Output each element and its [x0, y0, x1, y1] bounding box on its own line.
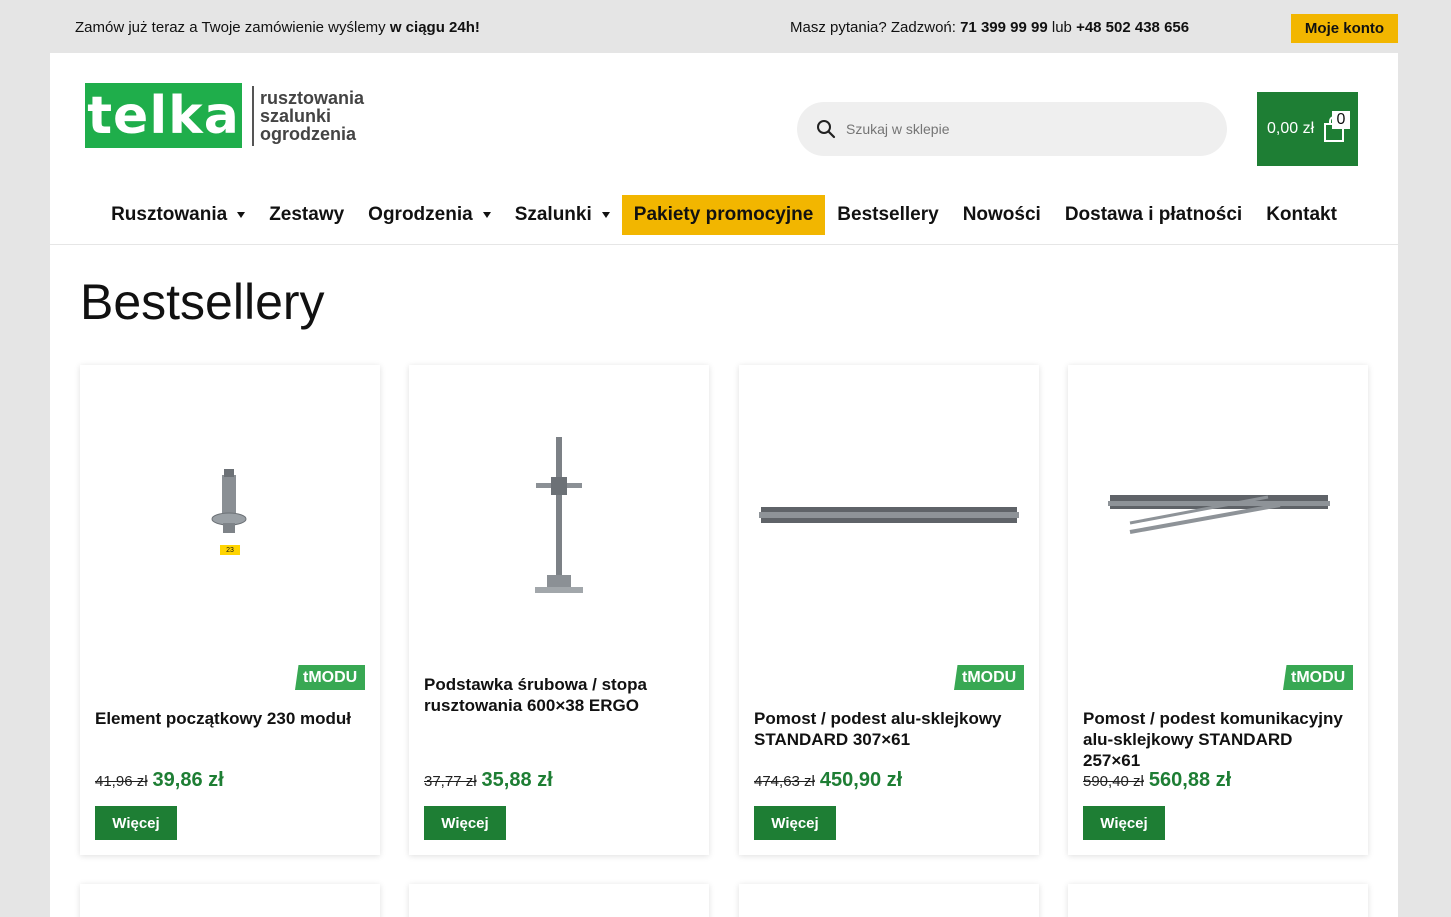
nav-item-szalunki[interactable]: Szalunki [503, 195, 622, 235]
nav-item-ogrodzenia[interactable]: Ogrodzenia [356, 195, 503, 235]
main-navigation: Rusztowania Zestawy Ogrodzenia Szalunki … [50, 194, 1398, 235]
more-button[interactable]: Więcej [754, 806, 836, 840]
logo-divider [252, 85, 254, 146]
nav-divider [50, 244, 1398, 245]
tmodul-badge: tMODU [954, 665, 1024, 690]
logo-tagline: rusztowania szalunki ogrodzenia [260, 87, 365, 144]
current-price: 450,90 zł [819, 769, 903, 791]
caret-down-icon [601, 211, 610, 218]
more-button[interactable]: Więcej [95, 806, 177, 840]
nav-item-dostawa[interactable]: Dostawa i płatności [1053, 195, 1254, 235]
phone-link-1[interactable]: 71 399 99 99 [960, 19, 1048, 36]
old-price: 37,77 zł [424, 773, 477, 790]
shipping-promo-text: Zamów już teraz a Twoje zamówienie wyśle… [75, 19, 480, 36]
product-name[interactable]: Element początkowy 230 moduł [95, 708, 365, 729]
product-prices: 590,40 zł 560,88 zł [1083, 769, 1231, 792]
caret-down-icon [482, 211, 491, 218]
product-name[interactable]: Pomost / podest alu-sklejkowy STANDARD 3… [754, 708, 1024, 750]
top-info-bar: Zamów już teraz a Twoje zamówienie wyśle… [0, 0, 1451, 53]
page-title: Bestsellery [80, 274, 325, 330]
logo-brand: telka [85, 83, 242, 148]
my-account-button[interactable]: Moje konto [1291, 14, 1398, 43]
product-card[interactable]: 23 tMODU Element początkowy 230 moduł 41… [80, 365, 380, 855]
nav-item-zestawy[interactable]: Zestawy [257, 195, 356, 235]
product-prices: 37,77 zł 35,88 zł [424, 769, 553, 792]
search-bar [797, 102, 1227, 156]
product-image[interactable] [409, 365, 709, 665]
product-image[interactable] [80, 365, 380, 665]
nav-item-rusztowania[interactable]: Rusztowania [99, 195, 257, 235]
nav-item-kontakt[interactable]: Kontakt [1254, 195, 1349, 235]
page-container: telka rusztowania szalunki ogrodzenia 0,… [50, 53, 1398, 917]
more-button[interactable]: Więcej [1083, 806, 1165, 840]
current-price: 39,86 zł [152, 769, 224, 791]
tmodul-badge: tMODU [295, 665, 365, 690]
product-card[interactable]: Podstawka śrubowa / stopa rusztowania 60… [409, 365, 709, 855]
product-card[interactable] [80, 884, 380, 917]
product-card[interactable] [409, 884, 709, 917]
current-price: 560,88 zł [1148, 769, 1232, 791]
product-name[interactable]: Podstawka śrubowa / stopa rusztowania 60… [424, 674, 694, 716]
cart-button[interactable]: 0,00 zł [1257, 92, 1358, 166]
product-prices: 41,96 zł 39,86 zł [95, 769, 224, 792]
phone-link-2[interactable]: +48 502 438 656 [1076, 19, 1189, 36]
product-card[interactable]: tMODU Pomost / podest komunikacyjny alu-… [1068, 365, 1368, 855]
cart-count-badge: 0 [1332, 111, 1350, 129]
search-input[interactable] [846, 121, 1196, 137]
nav-item-bestsellery[interactable]: Bestsellery [825, 195, 950, 235]
product-card[interactable] [739, 884, 1039, 917]
tmodul-badge: tMODU [1283, 665, 1353, 690]
contact-info: Masz pytania? Zadzwoń: 71 399 99 99 lub … [790, 19, 1190, 36]
product-image[interactable] [1068, 365, 1368, 665]
product-tag-label: 23 [226, 546, 234, 554]
old-price: 474,63 zł [754, 773, 815, 790]
caret-down-icon [237, 211, 246, 218]
cart-total: 0,00 zł [1267, 120, 1315, 137]
old-price: 41,96 zł [95, 773, 148, 790]
product-image[interactable] [739, 365, 1039, 665]
search-icon[interactable] [816, 119, 836, 139]
product-prices: 474,63 zł 450,90 zł [754, 769, 902, 792]
site-logo[interactable]: telka rusztowania szalunki ogrodzenia [85, 83, 364, 148]
product-name[interactable]: Pomost / podest komunikacyjny alu-sklejk… [1083, 708, 1353, 771]
old-price: 590,40 zł [1083, 773, 1144, 790]
nav-item-pakiety-promocyjne[interactable]: Pakiety promocyjne [621, 194, 826, 235]
product-card[interactable] [1068, 884, 1368, 917]
current-price: 35,88 zł [481, 769, 553, 791]
more-button[interactable]: Więcej [424, 806, 506, 840]
nav-item-nowosci[interactable]: Nowości [951, 195, 1053, 235]
product-card[interactable]: tMODU Pomost / podest alu-sklejkowy STAN… [739, 365, 1039, 855]
